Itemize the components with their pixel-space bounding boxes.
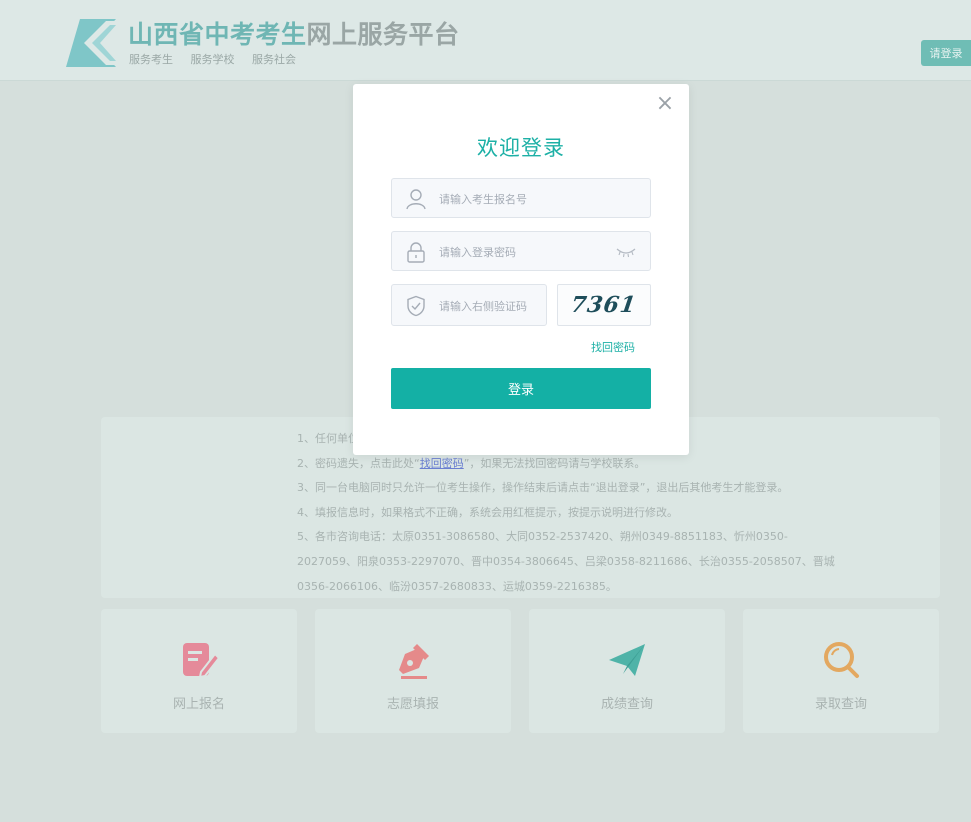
paper-plane-icon: [609, 644, 645, 676]
card-label: 志愿填报: [386, 697, 439, 712]
notice-line-5: 5、各市咨询电话：太原0351-3086580、大同0352-2537420、朔…: [297, 530, 788, 544]
captcha-input[interactable]: [437, 285, 545, 327]
username-field[interactable]: [391, 178, 651, 219]
notice-line-4: 4、填报信息时，如果格式不正确，系统会用红框提示，按提示说明进行修改。: [297, 505, 678, 519]
password-field[interactable]: [391, 231, 651, 272]
login-modal: × 欢迎登录 7361 找回密码 登录: [353, 84, 689, 455]
captcha-text: 7361: [569, 292, 639, 318]
captcha-image[interactable]: 7361: [557, 284, 651, 326]
card-application-fill[interactable]: 志愿填报: [315, 609, 511, 733]
logo-icon: [66, 19, 116, 67]
forgot-password-link[interactable]: 找回密码: [591, 339, 635, 355]
search-icon: [824, 642, 859, 678]
site-title-rest: 网上服务平台: [306, 20, 460, 49]
notice-line-3: 3、同一台电脑同时只允许一位考生操作，操作结束后请点击“退出登录”，退出后其他考…: [297, 481, 789, 495]
edit-form-icon: [183, 643, 219, 679]
pen-nib-icon: [399, 644, 429, 679]
notice-line-7: 0356-2066106、临汾0357-2680833、运城0359-22163…: [297, 579, 617, 593]
eye-closed-icon[interactable]: [616, 245, 636, 259]
notice-line-2: 2、密码遗失，点击此处“找回密码”，如果无法找回密码请与学校联系。: [297, 452, 797, 477]
card-online-registration[interactable]: 网上报名: [101, 609, 297, 733]
subtitle-schools: 服务学校: [190, 53, 235, 66]
site-subtitle: 服务考生 服务学校 服务社会: [129, 51, 310, 67]
card-admission-query[interactable]: 录取查询: [743, 609, 939, 733]
card-score-query[interactable]: 成绩查询: [529, 609, 725, 733]
card-label: 网上报名: [172, 697, 225, 712]
subtitle-students: 服务考生: [129, 53, 173, 66]
site-title-highlight: 山西省中考考生: [128, 20, 307, 49]
modal-title: 欢迎登录: [477, 136, 565, 160]
notice-line-2-tail: ”，如果无法找回密码请与学校联系。: [463, 456, 646, 470]
shield-check-icon: [407, 295, 425, 317]
password-input[interactable]: [437, 232, 601, 272]
captcha-field[interactable]: [391, 284, 547, 327]
username-input[interactable]: [437, 179, 641, 219]
subtitle-society: 服务社会: [252, 53, 296, 66]
card-label: 成绩查询: [600, 697, 653, 712]
site-header: 山西省中考考生网上服务平台 服务考生 服务学校 服务社会 请登录: [0, 0, 971, 81]
user-icon: [406, 189, 426, 210]
site-title: 山西省中考考生网上服务平台: [128, 19, 460, 51]
login-submit-button[interactable]: 登录: [391, 368, 651, 409]
lock-icon: [407, 242, 425, 263]
card-label: 录取查询: [814, 697, 867, 712]
notice-forgot-link[interactable]: 找回密码: [420, 457, 464, 470]
notice-line-2-head: 2、密码遗失，点击此处“: [297, 456, 420, 470]
header-login-button[interactable]: 请登录: [921, 40, 971, 66]
close-icon[interactable]: ×: [655, 93, 675, 115]
notice-line-6: 2027059、阳泉0353-2297070、晋中0354-3806645、吕梁…: [297, 554, 835, 568]
